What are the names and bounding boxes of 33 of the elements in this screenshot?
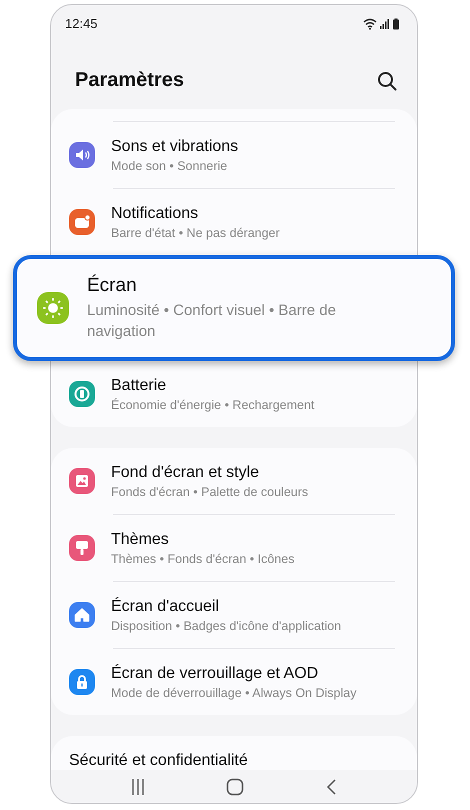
settings-item[interactable]: Batterie Économie d'énergie • Rechargement [51, 361, 417, 428]
settings-item[interactable]: Écran Luminosité • Confort visuel • Barre de navigation [13, 255, 455, 362]
settings-item[interactable]: Écran d'accueil Disposition • Badges d'icône d'application [51, 582, 417, 648]
item-subtitle: Disposition • Badges d'icône d'application [111, 618, 342, 633]
settings-item[interactable]: Fond d'écran et style Fonds d'écran • Palette de couleurs [51, 448, 417, 514]
recent-apps-icon[interactable] [131, 778, 146, 796]
item-title: Notifications [111, 204, 200, 223]
item-title: Sons et vibrations [111, 138, 238, 156]
item-subtitle: Fonds d'écran • Palette de couleurs [111, 484, 308, 499]
item-title: Batterie [111, 376, 168, 395]
status-time: 12:45 [65, 16, 98, 32]
item-subtitle: Mode de déverrouillage • Always On Display [111, 686, 356, 700]
settings-item[interactable]: Notifications Barre d'état • Ne pas déranger [51, 189, 417, 256]
item-subtitle: Luminosité • Confort visuel • Barre de navigation [87, 300, 337, 342]
item-subtitle: Économie d'énergie • Rechargement [111, 398, 314, 412]
back-icon[interactable] [324, 778, 337, 796]
page-title: Paramètres [75, 69, 184, 92]
settings-item[interactable]: Thèmes Thèmes • Fonds d'écran • Icônes [51, 515, 417, 582]
settings-item[interactable]: Écran de verrouillage et AOD Mode de déverrouillage • Always On Display [51, 649, 417, 716]
item-title: Thèmes [111, 530, 170, 549]
item-title: Écran de verrouillage et AOD [111, 664, 320, 683]
search-icon[interactable] [377, 70, 397, 91]
item-title: Fond d'écran et style [111, 464, 260, 482]
item-title: Sécurité et confidentialité [69, 752, 248, 770]
item-title: Écran d'accueil [111, 598, 220, 616]
item-title: Écran [87, 274, 138, 297]
settings-item[interactable]: Sécurité et confidentialité [51, 740, 417, 770]
item-subtitle: Mode son • Sonnerie [111, 158, 228, 173]
status-icons [363, 18, 401, 30]
item-subtitle: Barre d'état • Ne pas déranger [111, 226, 280, 240]
settings-item[interactable]: Sons et vibrations Mode son • Sonnerie [51, 122, 417, 188]
item-subtitle: Thèmes • Fonds d'écran • Icônes [111, 552, 294, 566]
home-button-icon[interactable] [226, 778, 244, 796]
